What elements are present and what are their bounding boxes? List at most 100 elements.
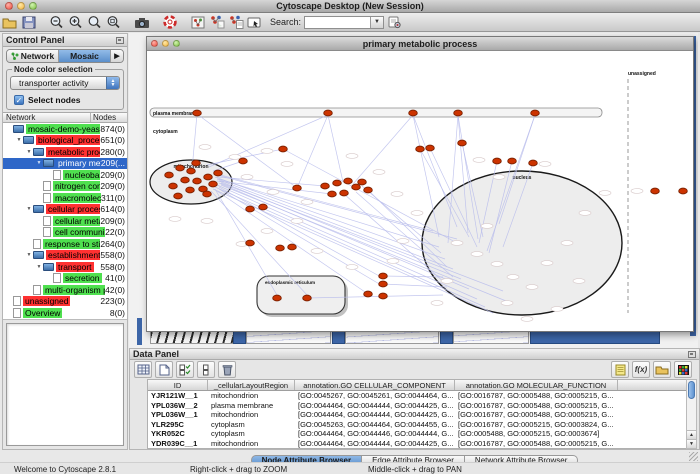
network-node[interactable] — [458, 140, 467, 146]
delete-attribute-icon[interactable] — [218, 361, 236, 378]
network-node[interactable] — [187, 168, 196, 174]
tree-column-nodes[interactable]: Nodes — [91, 113, 127, 122]
network-node[interactable] — [193, 178, 202, 184]
table-cell[interactable]: YDR039C__1 — [148, 439, 208, 449]
tree-row[interactable]: Overview8(0) — [3, 307, 127, 319]
table-cell[interactable]: [GO:0044464, GO:0044444, GO:0044425, G..… — [295, 401, 455, 411]
select-attributes-icon[interactable] — [176, 361, 194, 378]
table-cell[interactable]: [GO:0005488, GO:0005215, GO:0003674] — [455, 429, 618, 439]
table-cell[interactable]: [GO:0016787, GO:0005488, GO:0005215, G..… — [455, 439, 618, 449]
table-cell[interactable]: YPL036W__1 — [148, 410, 208, 420]
node-color-dropdown[interactable]: transporter activity ▲▼ — [10, 76, 120, 90]
network-node[interactable] — [192, 160, 201, 166]
table-cell[interactable]: [GO:0044464, GO:0044446, GO:0044444, G..… — [295, 429, 455, 439]
float-panel-icon[interactable] — [688, 351, 696, 358]
tree-row[interactable]: ▼cellular process614(0) — [3, 204, 127, 216]
network-node[interactable] — [352, 184, 361, 190]
tree-row[interactable]: ▼transport558(0) — [3, 261, 127, 273]
select-nodes-checkbox[interactable]: ✓ — [14, 95, 24, 105]
network-node[interactable] — [324, 110, 333, 116]
table-cell[interactable]: [GO:0016787, GO:0005215, GO:0003824, G..… — [455, 420, 618, 430]
network-node[interactable] — [531, 110, 540, 116]
table-cell[interactable]: cytoplasm — [208, 420, 295, 430]
network-node[interactable] — [344, 178, 353, 184]
birds-eye-view[interactable] — [6, 323, 124, 446]
resize-grip[interactable] — [689, 452, 698, 461]
network-node[interactable] — [328, 191, 337, 197]
table-cell[interactable]: plasma membrane — [208, 401, 295, 411]
snapshot-icon[interactable] — [133, 14, 150, 30]
table-cell[interactable]: [GO:0016787, GO:0005488, GO:0005215, G..… — [455, 410, 618, 420]
notes-icon[interactable] — [611, 361, 629, 378]
table-row[interactable]: YDR039C__1mitochondrion[GO:0044464, GO:0… — [148, 439, 686, 449]
tree-row[interactable]: nucleobase-209(0) — [3, 169, 127, 181]
tree-row[interactable]: multi-organism pro42(0) — [3, 284, 127, 296]
network-node[interactable] — [165, 172, 174, 178]
tree-row[interactable]: mosaic-demo-yeast874(0) — [3, 123, 127, 135]
table-row[interactable]: YPL036W__1mitochondrion[GO:0044464, GO:0… — [148, 410, 686, 420]
network-node[interactable] — [340, 190, 349, 196]
network-node[interactable] — [193, 110, 202, 116]
network-node[interactable] — [279, 146, 288, 152]
float-panel-icon[interactable] — [116, 37, 124, 44]
scroll-up-icon[interactable]: ▲ — [687, 430, 696, 439]
tree-row[interactable]: nitrogen compo209(0) — [3, 181, 127, 193]
table-cell[interactable]: YKR052C — [148, 429, 208, 439]
new-attribute-icon[interactable] — [155, 361, 173, 378]
formula-builder-icon[interactable]: f(x) — [632, 361, 650, 378]
expand-arrow-icon[interactable]: ▼ — [25, 206, 33, 212]
network-node[interactable] — [651, 188, 660, 194]
network-node[interactable] — [679, 188, 688, 194]
network-node[interactable] — [203, 191, 212, 197]
scroll-down-icon[interactable]: ▼ — [687, 439, 696, 448]
table-scrollbar[interactable]: ▲ ▼ — [686, 379, 697, 449]
network-node[interactable] — [508, 158, 517, 164]
table-cell[interactable]: mitochondrion — [208, 410, 295, 420]
help-icon[interactable] — [161, 14, 178, 30]
search-options-icon[interactable] — [385, 14, 402, 30]
network-node[interactable] — [293, 185, 302, 191]
zoom-selected-region-icon[interactable] — [86, 14, 103, 30]
network-node[interactable] — [426, 145, 435, 151]
table-cell[interactable]: [GO:0044464, GO:0044444, GO:0044425, G..… — [295, 439, 455, 449]
network-node[interactable] — [379, 273, 388, 279]
network-node[interactable] — [454, 110, 463, 116]
network-node[interactable] — [246, 240, 255, 246]
network-node[interactable] — [246, 206, 255, 212]
table-cell[interactable]: cytoplasm — [208, 429, 295, 439]
tab-network[interactable]: Network — [7, 50, 59, 62]
table-cell[interactable]: mitochondrion — [208, 439, 295, 449]
tree-row[interactable]: ▼establishment of lo558(0) — [3, 250, 127, 262]
heatmap-icon[interactable] — [674, 361, 692, 378]
open-session-icon[interactable] — [1, 14, 18, 30]
table-cell[interactable]: [GO:0016787, GO:0005488, GO:0005215, G..… — [455, 391, 618, 401]
network-node[interactable] — [364, 291, 373, 297]
network-node[interactable] — [416, 146, 425, 152]
table-cell[interactable]: mitochondrion — [208, 391, 295, 401]
expand-arrow-icon[interactable]: ▼ — [25, 149, 33, 155]
tree-row[interactable]: ▼metabolic process280(0) — [3, 146, 127, 158]
network-node[interactable] — [204, 174, 213, 180]
network-node[interactable] — [259, 204, 268, 210]
table-row[interactable]: YPL036W__2plasma membrane[GO:0044464, GO… — [148, 401, 686, 411]
import-network-icon[interactable] — [208, 14, 225, 30]
column-header[interactable]: annotation.GO CELLULAR_COMPONENT — [295, 380, 455, 390]
network-node[interactable] — [493, 158, 502, 164]
table-cell[interactable]: YJR121W__1 — [148, 391, 208, 401]
zoom-fit-icon[interactable] — [105, 14, 122, 30]
table-row[interactable]: YJR121W__1mitochondrion[GO:0045267, GO:0… — [148, 391, 686, 401]
import-table-icon[interactable] — [227, 14, 244, 30]
tree-row[interactable]: ▼primary metabo209(... — [3, 158, 127, 170]
tab-overflow-arrow-icon[interactable]: ▶ — [111, 50, 123, 62]
tree-row[interactable]: ▼biological_process651(0) — [3, 135, 127, 147]
network-node[interactable] — [174, 193, 183, 199]
column-header[interactable]: ID — [148, 380, 208, 390]
network-node[interactable] — [186, 187, 195, 193]
table-row[interactable]: YLR295Ccytoplasm[GO:0045263, GO:0044464,… — [148, 420, 686, 430]
network-node[interactable] — [181, 177, 190, 183]
unselect-attributes-icon[interactable] — [197, 361, 215, 378]
network-node[interactable] — [409, 110, 418, 116]
network-node[interactable] — [288, 244, 297, 250]
attribute-table-icon[interactable] — [134, 361, 152, 378]
network-node[interactable] — [379, 293, 388, 299]
